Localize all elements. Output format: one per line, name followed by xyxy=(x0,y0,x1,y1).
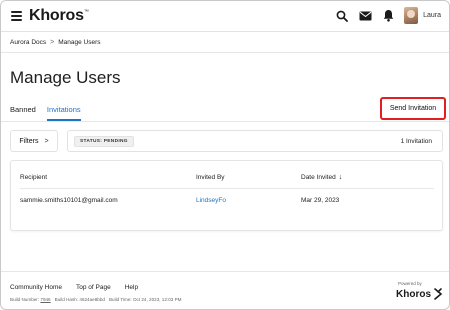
build-number: Build Number: 7946 xyxy=(10,297,51,302)
tab-banned[interactable]: Banned xyxy=(10,105,36,121)
breadcrumb-item-aurora-docs[interactable]: Aurora Docs xyxy=(10,39,46,46)
tab-invitations[interactable]: Invitations xyxy=(46,105,81,121)
cell-invited-by-link[interactable]: LindseyFo xyxy=(196,197,226,204)
build-info: Build Number: 7946 Build Hash: 4624ae8bb… xyxy=(10,297,181,302)
hamburger-menu-icon[interactable] xyxy=(11,11,22,21)
footer-link-top-of-page[interactable]: Top of Page xyxy=(76,284,111,291)
cell-recipient: sammie.smiths10101@gmail.com xyxy=(20,197,118,204)
chevron-right-icon: > xyxy=(44,137,49,145)
sort-descending-icon[interactable]: ↓ xyxy=(339,174,343,181)
search-icon[interactable] xyxy=(335,9,349,23)
cell-date-invited: Mar 29, 2023 xyxy=(301,197,340,204)
column-header-invited-by: Invited By xyxy=(196,174,225,181)
active-filters-bar: STATUS: PENDING 1 Invitation xyxy=(67,130,443,152)
breadcrumb: Aurora Docs > Manage Users xyxy=(10,39,101,46)
notifications-bell-icon[interactable] xyxy=(381,9,395,23)
mail-icon[interactable] xyxy=(358,9,372,23)
khoros-logo[interactable]: Khoros™ xyxy=(29,7,89,25)
column-header-date-invited[interactable]: Date Invited ↓ xyxy=(301,174,342,181)
footer-link-help[interactable]: Help xyxy=(125,284,138,291)
powered-by-label: Powered by xyxy=(398,281,422,286)
footer-link-community-home[interactable]: Community Home xyxy=(10,284,62,291)
footer-khoros-logo[interactable]: Khoros xyxy=(396,288,443,300)
breadcrumb-divider xyxy=(1,52,449,53)
khoros-mark-icon xyxy=(434,288,443,300)
build-time: Build Time: Oct 24, 2023, 12:03 PM xyxy=(108,297,182,302)
filters-button[interactable]: Filters > xyxy=(10,130,58,152)
breadcrumb-item-manage-users: Manage Users xyxy=(58,39,101,46)
filters-label: Filters xyxy=(19,137,39,145)
top-navigation-bar: Khoros™ Laura xyxy=(1,1,449,32)
breadcrumb-separator-icon: > xyxy=(50,39,55,46)
build-hash: Build Hash: 4624ae8bbd xyxy=(54,297,105,302)
tabs-divider xyxy=(1,121,449,122)
footer-divider xyxy=(1,271,449,272)
tab-bar: Banned Invitations xyxy=(10,105,81,121)
page-title: Manage Users xyxy=(10,68,121,87)
column-header-recipient: Recipient xyxy=(20,174,48,181)
status-filter-chip[interactable]: STATUS: PENDING xyxy=(74,136,134,147)
username-label[interactable]: Laura xyxy=(423,12,441,19)
build-number-link[interactable]: 7946 xyxy=(40,297,50,302)
table-header-divider xyxy=(20,188,434,189)
invitations-table: Recipient Invited By Date Invited ↓ sammi… xyxy=(10,160,443,231)
invitation-count: 1 Invitation xyxy=(400,138,432,145)
footer-links: Community Home Top of Page Help xyxy=(10,284,138,291)
top-icons-group: Laura xyxy=(335,7,441,24)
app-window: Khoros™ Laura Aurora Docs > Manage Users… xyxy=(0,0,450,310)
send-invitation-button[interactable]: Send Invitation xyxy=(380,97,446,120)
column-header-date-invited-label: Date Invited xyxy=(301,174,336,181)
user-avatar[interactable] xyxy=(404,7,419,24)
